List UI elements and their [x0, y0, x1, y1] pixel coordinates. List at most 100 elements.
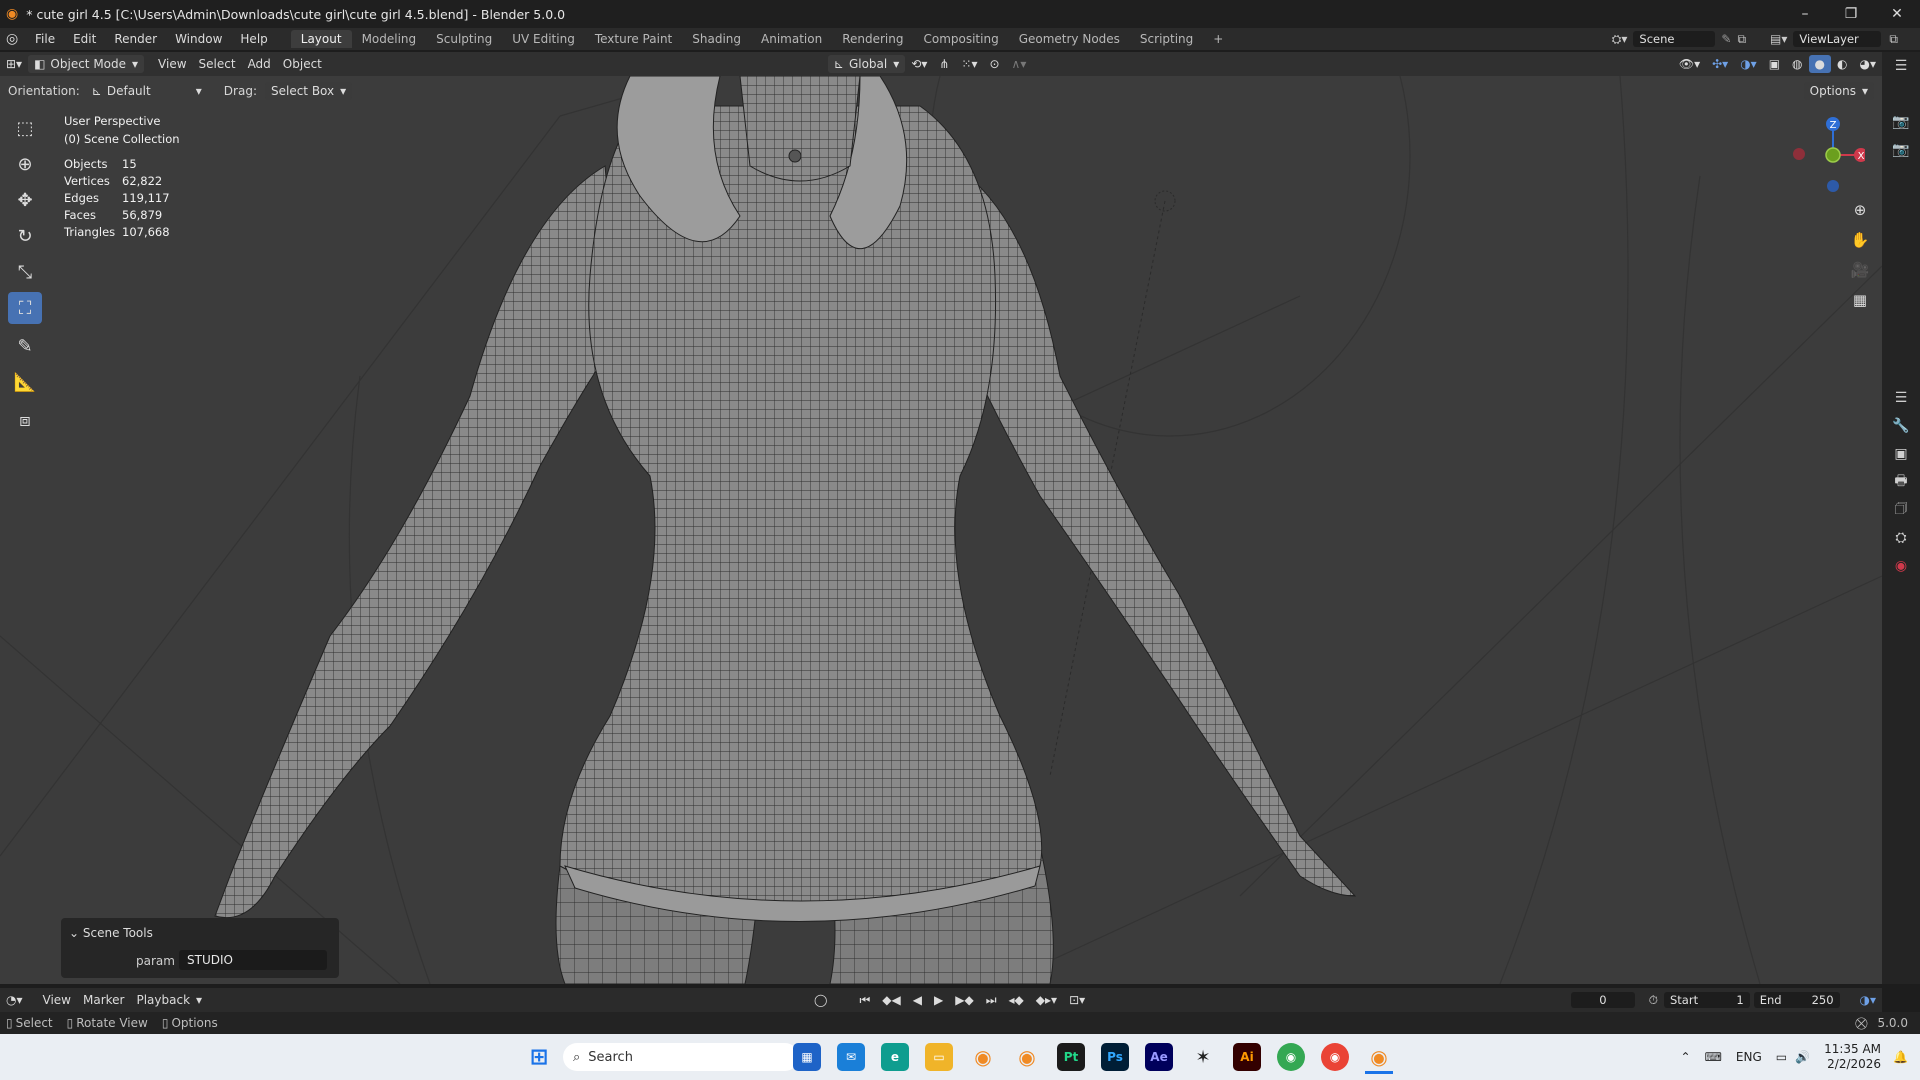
- menu-select[interactable]: Select: [193, 55, 242, 73]
- editor-type-icon[interactable]: ⊞▾: [0, 55, 28, 73]
- transform-tool-icon[interactable]: ⛶: [8, 292, 42, 324]
- pivot-icon[interactable]: ⟲▾: [905, 55, 933, 73]
- chrome-icon[interactable]: ◉: [1277, 1043, 1305, 1071]
- view-layer-field[interactable]: ViewLayer: [1793, 31, 1882, 47]
- view-layer-browse-icon[interactable]: ▤▾: [1770, 32, 1787, 46]
- keyframe-prev-icon[interactable]: ◂◆: [1003, 991, 1030, 1009]
- mail-app-icon[interactable]: ✉: [837, 1043, 865, 1071]
- tab-uv-editing[interactable]: UV Editing: [502, 30, 585, 48]
- 3d-viewport[interactable]: [0, 76, 1882, 984]
- orientation-dropdown[interactable]: ⊾ Default ▾: [86, 82, 208, 100]
- after-effects-icon[interactable]: Ae: [1145, 1043, 1173, 1071]
- menu-add[interactable]: Add: [242, 55, 277, 73]
- tab-modeling[interactable]: Modeling: [352, 30, 427, 48]
- task-view-icon[interactable]: ▦: [793, 1043, 821, 1071]
- timeline-menu-view[interactable]: View: [37, 991, 77, 1009]
- end-frame-field[interactable]: End 250: [1753, 992, 1840, 1008]
- close-button[interactable]: ✕: [1874, 0, 1920, 28]
- tab-shading[interactable]: Shading: [682, 30, 751, 48]
- tray-chevron-up-icon[interactable]: ⌃: [1681, 1050, 1691, 1064]
- outliner-toggle-icon[interactable]: ☰: [1882, 52, 1920, 80]
- render-properties-icon[interactable]: ▣: [1882, 440, 1920, 468]
- file-explorer-icon[interactable]: ▭: [925, 1043, 953, 1071]
- scene-field[interactable]: Scene: [1633, 31, 1716, 47]
- rigging-app-icon[interactable]: ✶: [1189, 1043, 1217, 1071]
- new-view-layer-icon[interactable]: ⧉: [1889, 32, 1898, 47]
- jump-keyframe-forward-icon[interactable]: ▶◆: [949, 991, 979, 1009]
- timeline-editor-type-icon[interactable]: ◔▾: [0, 991, 29, 1009]
- render-still-icon[interactable]: 📷: [1882, 136, 1920, 164]
- param-field[interactable]: STUDIO: [179, 950, 327, 970]
- mode-dropdown[interactable]: ◧ Object Mode ▾: [28, 55, 145, 73]
- play-reverse-icon[interactable]: ◀: [907, 991, 928, 1009]
- blender-active-icon[interactable]: ◉: [1365, 1043, 1393, 1074]
- minimize-button[interactable]: –: [1782, 0, 1828, 28]
- scale-tool-icon[interactable]: ⤡: [8, 256, 42, 288]
- blender-app-2-icon[interactable]: ◉: [1013, 1043, 1041, 1071]
- blender-app-icon[interactable]: ◉: [969, 1043, 997, 1071]
- pan-hand-icon[interactable]: ✋: [1846, 226, 1874, 254]
- add-workspace-button[interactable]: +: [1203, 30, 1233, 48]
- output-properties-icon[interactable]: 🖶: [1882, 468, 1920, 496]
- properties-editor-icon[interactable]: ☰: [1882, 384, 1920, 412]
- notification-bell-icon[interactable]: 🔔: [1893, 1050, 1908, 1064]
- keyboard-icon[interactable]: ⌨: [1705, 1050, 1722, 1064]
- render-camera-icon[interactable]: 📷: [1882, 108, 1920, 136]
- jump-start-icon[interactable]: ⏮: [853, 991, 876, 1009]
- view-layer-properties-icon[interactable]: 🗇: [1882, 496, 1920, 524]
- tab-layout[interactable]: Layout: [290, 30, 352, 48]
- tab-rendering[interactable]: Rendering: [832, 30, 913, 48]
- timeline-menu-playback[interactable]: Playback ▾: [130, 991, 208, 1009]
- ortho-grid-icon[interactable]: ▦: [1846, 286, 1874, 314]
- timeline-menu-marker[interactable]: Marker: [77, 991, 130, 1009]
- jump-keyframe-back-icon[interactable]: ◆◀: [876, 991, 906, 1009]
- language-label[interactable]: ENG: [1736, 1050, 1762, 1064]
- proportional-edit-icon[interactable]: ⊙: [983, 55, 1005, 73]
- xray-toggle-icon[interactable]: ▣: [1763, 55, 1786, 73]
- snap-target-icon[interactable]: ⁙▾: [955, 55, 983, 73]
- falloff-icon[interactable]: ∧▾: [1006, 55, 1033, 73]
- monitor-icon[interactable]: ▭: [1776, 1050, 1787, 1064]
- options-dropdown[interactable]: Options ▾: [1803, 82, 1874, 100]
- timeline-overlay-icon[interactable]: ◑▾: [1854, 991, 1883, 1009]
- select-box-tool-icon[interactable]: ⬚: [8, 112, 42, 144]
- new-scene-icon[interactable]: ⧉: [1737, 32, 1746, 47]
- scene-browse-icon[interactable]: ⛭▾: [1612, 32, 1628, 47]
- navigation-gizmo[interactable]: Z X: [1775, 110, 1865, 200]
- keyframe-next-icon[interactable]: ◆▸▾: [1030, 991, 1063, 1009]
- edge-browser-icon[interactable]: e: [881, 1043, 909, 1071]
- scene-tools-header[interactable]: ⌄ Scene Tools: [69, 926, 153, 940]
- measure-tool-icon[interactable]: 📐: [8, 366, 42, 398]
- menu-render[interactable]: Render: [105, 32, 166, 46]
- tab-geometry-nodes[interactable]: Geometry Nodes: [1009, 30, 1130, 48]
- menu-help[interactable]: Help: [231, 32, 276, 46]
- taskbar-search[interactable]: ⌕ Search: [563, 1043, 799, 1071]
- tool-properties-icon[interactable]: 🔧: [1882, 412, 1920, 440]
- blender-menu-icon[interactable]: ◎: [6, 31, 26, 47]
- cursor-tool-icon[interactable]: ⊕: [8, 148, 42, 180]
- start-frame-field[interactable]: Start 1: [1663, 992, 1750, 1008]
- snap-icon[interactable]: ⋔: [933, 55, 955, 73]
- menu-object[interactable]: Object: [277, 55, 328, 73]
- zoom-icon[interactable]: ⊕: [1846, 196, 1874, 224]
- play-icon[interactable]: ▶: [928, 991, 949, 1009]
- chrome-profile-icon[interactable]: ◉: [1321, 1043, 1349, 1071]
- world-properties-icon[interactable]: ◉: [1882, 552, 1920, 580]
- solid-shading-icon[interactable]: ●: [1808, 55, 1832, 73]
- drag-dropdown[interactable]: Select Box ▾: [264, 82, 353, 100]
- tab-scripting[interactable]: Scripting: [1130, 30, 1203, 48]
- visibility-icon[interactable]: 👁▾: [1673, 55, 1706, 73]
- pycharm-icon[interactable]: Pt: [1057, 1043, 1085, 1071]
- gizmo-toggle-icon[interactable]: ✣▾: [1706, 55, 1734, 73]
- overlays-toggle-icon[interactable]: ◑▾: [1734, 55, 1763, 73]
- keying-set-icon[interactable]: ⊡▾: [1063, 991, 1091, 1009]
- tab-texture-paint[interactable]: Texture Paint: [585, 30, 682, 48]
- add-cube-tool-icon[interactable]: ⧈: [8, 404, 42, 436]
- transform-orientation-dropdown[interactable]: ⊾ Global ▾: [827, 55, 906, 73]
- tab-animation[interactable]: Animation: [751, 30, 832, 48]
- restore-button[interactable]: ❐: [1828, 0, 1874, 28]
- move-tool-icon[interactable]: ✥: [8, 184, 42, 216]
- scene-properties-icon[interactable]: ⛭: [1882, 524, 1920, 552]
- volume-icon[interactable]: 🔊: [1795, 1050, 1810, 1064]
- clock[interactable]: 11:35 AM 2/2/2026: [1824, 1042, 1881, 1072]
